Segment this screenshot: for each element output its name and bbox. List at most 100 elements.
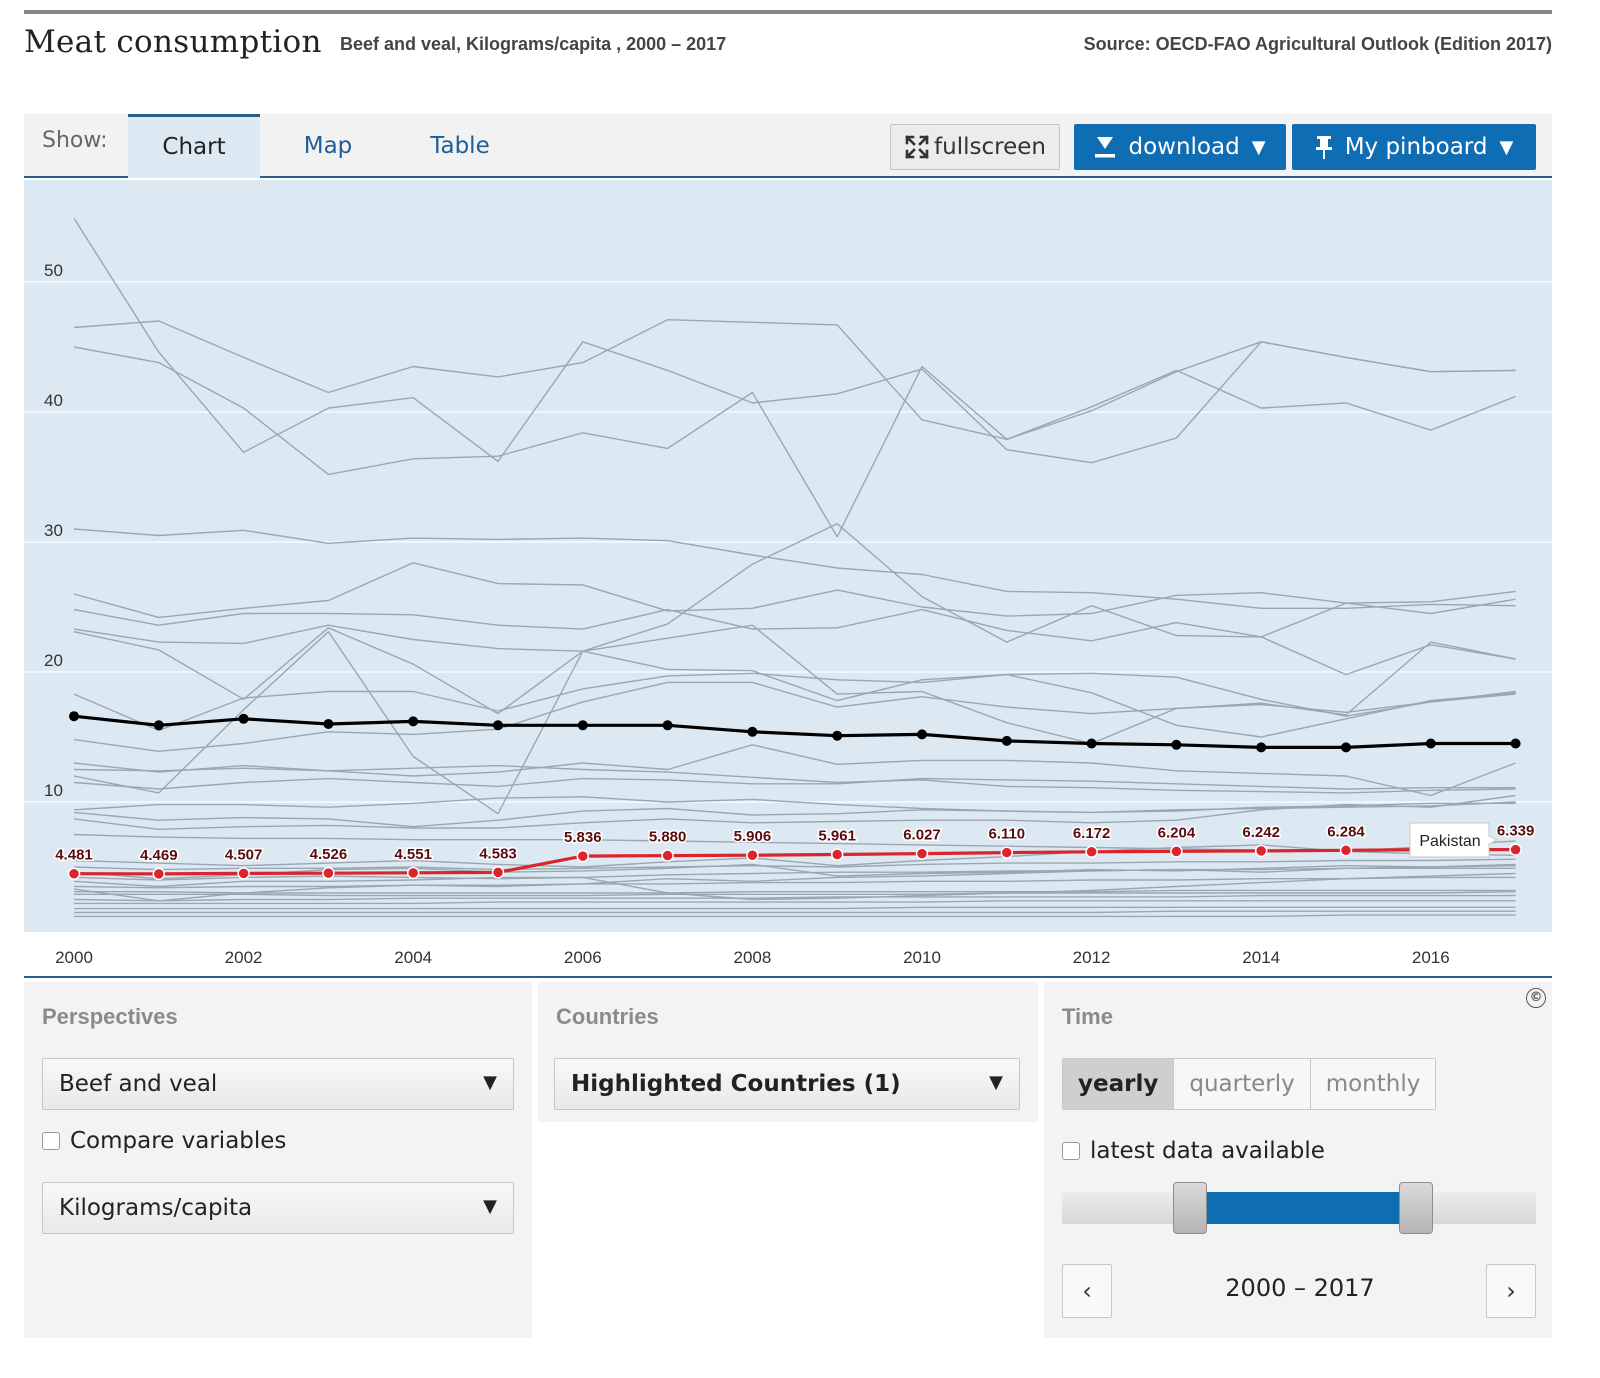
data-label: 5.880 [649, 829, 687, 846]
average-series-point[interactable] [832, 730, 843, 741]
frequency-quarterly[interactable]: quarterly [1173, 1059, 1310, 1109]
frequency-toggle: yearly quarterly monthly [1062, 1058, 1437, 1110]
chevron-left-icon: ‹ [1082, 1277, 1092, 1305]
highlighted-series-point[interactable] [322, 866, 335, 880]
highlighted-series-point[interactable] [1339, 844, 1353, 857]
highlighted-series-point[interactable] [830, 848, 844, 861]
average-series-point[interactable] [917, 729, 927, 740]
perspectives-title: Perspectives [42, 1004, 178, 1029]
time-range-label: 2000 – 2017 [1225, 1274, 1375, 1302]
line-chart[interactable]: 4.481 4.469 4.507 4.526 4.551 4.583 5.836 5.880… [24, 180, 1552, 976]
countries-select-value: Highlighted Countries (1) [571, 1071, 901, 1097]
average-series-point[interactable] [577, 720, 588, 731]
previous-period-button[interactable]: ‹ [1062, 1264, 1112, 1318]
time-title: Time [1062, 1004, 1113, 1029]
pinboard-button[interactable]: My pinboard ▼ [1292, 124, 1536, 170]
countries-select[interactable]: Highlighted Countries (1) ▼ [554, 1058, 1020, 1110]
download-label: download [1128, 134, 1240, 160]
indicator-subtitle: Beef and veal, Kilograms/capita , 2000 –… [340, 34, 727, 54]
data-label: 4.551 [394, 846, 432, 863]
average-series-point[interactable] [1510, 738, 1521, 749]
highlighted-series-point[interactable] [1000, 846, 1014, 859]
y-tick-label: 50 [44, 261, 63, 280]
compare-variables-option[interactable]: Compare variables [42, 1128, 286, 1154]
average-series-point[interactable] [1425, 738, 1436, 749]
frequency-yearly[interactable]: yearly [1063, 1059, 1174, 1109]
highlighted-series-point[interactable] [237, 867, 250, 880]
average-series-point[interactable] [69, 711, 79, 722]
tab-table[interactable]: Table [412, 114, 508, 178]
highlighted-series-point[interactable] [1170, 845, 1183, 858]
range-end-handle[interactable] [1399, 1182, 1433, 1234]
pinboard-caret-icon: ▼ [1499, 136, 1514, 158]
tab-map[interactable]: Map [280, 114, 376, 178]
chevron-down-icon: ▼ [483, 1072, 497, 1093]
compare-variables-checkbox[interactable] [42, 1132, 60, 1150]
top-divider [24, 10, 1552, 14]
x-tick-label: 2012 [1073, 948, 1111, 967]
data-label: 5.906 [734, 828, 772, 845]
highlighted-series-point[interactable] [915, 847, 929, 860]
highlighted-series-point[interactable] [406, 866, 420, 880]
compare-variables-label: Compare variables [70, 1128, 287, 1154]
plot-area [24, 180, 1552, 932]
highlighted-series-point[interactable] [1254, 844, 1268, 858]
copyright-icon[interactable]: © [1526, 988, 1546, 1008]
unit-select-value: Kilograms/capita [59, 1195, 253, 1221]
data-label: 5.836 [564, 829, 602, 846]
average-series-point[interactable] [323, 719, 334, 729]
x-tick-label: 2010 [903, 948, 941, 967]
page-title: Meat consumption [24, 24, 322, 60]
unit-select[interactable]: Kilograms/capita ▼ [42, 1182, 514, 1234]
x-tick-label: 2016 [1412, 948, 1450, 967]
data-label: 6.284 [1327, 823, 1365, 840]
highlighted-series-point[interactable] [576, 849, 590, 863]
highlighted-series-point[interactable] [491, 866, 505, 879]
data-label: 6.110 [988, 826, 1025, 843]
average-series-point[interactable] [1341, 742, 1351, 753]
next-period-button[interactable]: › [1486, 1264, 1536, 1318]
highlighted-series-point[interactable] [661, 849, 674, 862]
data-label: 6.027 [903, 827, 941, 844]
view-toolbar: Show: Chart Map Table fullscreen downloa… [24, 114, 1552, 178]
source-credit: Source: OECD-FAO Agricultural Outlook (E… [1083, 34, 1552, 54]
perspectives-panel: Perspectives Beef and veal ▼ Compare var… [24, 982, 532, 1338]
download-icon [1095, 137, 1116, 158]
pin-icon [1315, 136, 1332, 159]
x-tick-label: 2008 [733, 948, 771, 967]
data-label: 6.204 [1158, 824, 1196, 841]
highlighted-series-point[interactable] [1509, 843, 1522, 856]
latest-data-checkbox[interactable] [1062, 1142, 1080, 1160]
x-tick-label: 2002 [225, 948, 263, 967]
average-series-point[interactable] [1256, 742, 1267, 753]
highlighted-series-point[interactable] [746, 848, 759, 862]
latest-data-option[interactable]: latest data available [1062, 1138, 1325, 1164]
fullscreen-button[interactable]: fullscreen [890, 124, 1060, 170]
average-series-point[interactable] [1171, 739, 1182, 750]
time-range-selection [1190, 1192, 1416, 1224]
average-series-point[interactable] [662, 720, 673, 731]
download-button[interactable]: download ▼ [1074, 124, 1286, 170]
average-series-point[interactable] [1001, 735, 1012, 746]
chevron-right-icon: › [1506, 1277, 1516, 1305]
show-label: Show: [42, 128, 108, 153]
countries-title: Countries [556, 1004, 659, 1029]
average-series-point[interactable] [408, 716, 419, 727]
data-label: 4.583 [479, 845, 517, 862]
highlighted-series-point[interactable] [152, 867, 166, 881]
x-tick-label: 2000 [55, 948, 93, 967]
average-series-point[interactable] [1086, 738, 1097, 749]
frequency-monthly[interactable]: monthly [1309, 1059, 1436, 1109]
tab-chart[interactable]: Chart [128, 114, 260, 178]
average-series-point[interactable] [238, 713, 249, 724]
average-series-point[interactable] [153, 720, 164, 731]
series-tooltip: Pakistan [1409, 822, 1499, 858]
highlighted-series-point[interactable] [1085, 845, 1098, 859]
average-series-point[interactable] [747, 726, 758, 737]
variable-select[interactable]: Beef and veal ▼ [42, 1058, 514, 1110]
average-series-point[interactable] [493, 720, 503, 731]
fullscreen-label: fullscreen [934, 134, 1046, 160]
highlighted-series-point[interactable] [67, 867, 81, 880]
range-start-handle[interactable] [1173, 1182, 1207, 1234]
pinboard-label: My pinboard [1344, 134, 1488, 160]
